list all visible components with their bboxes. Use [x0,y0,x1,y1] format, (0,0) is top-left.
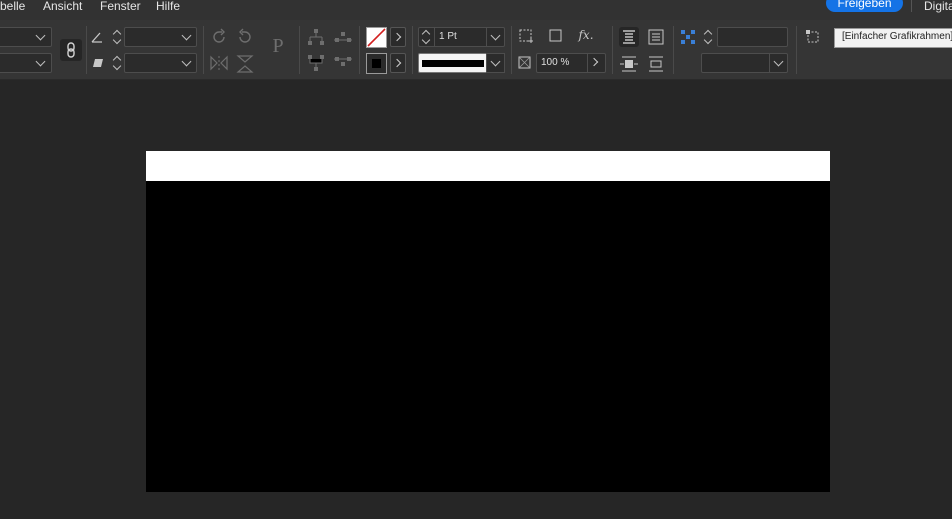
reference-point-icon[interactable] [680,29,696,45]
wrap-object-shape-icon[interactable] [619,54,639,74]
frame-edge-icon[interactable] [518,28,534,44]
height-field[interactable] [0,53,52,73]
spacing-stepper[interactable] [703,28,713,46]
width-field[interactable] [0,27,52,47]
shear-field[interactable] [124,53,197,73]
wrap-none-button[interactable] [619,27,639,47]
constrain-proportions-button[interactable] [60,39,82,61]
digital-publishing-link[interactable]: Digita [924,0,952,12]
rotation-field[interactable] [124,27,197,47]
fitting-dropdown[interactable] [701,53,788,73]
graphic-frame[interactable] [146,181,830,492]
chevron-down-icon[interactable] [35,30,46,41]
stroke-swatch[interactable] [366,27,387,48]
rotate-angle-icon [91,32,102,43]
chain-link-icon [67,42,75,58]
none-color-icon [367,28,386,47]
stroke-type-dropdown[interactable] [486,53,505,73]
menu-bar: belle Ansicht Fenster Hilfe Freigeben Di… [0,0,952,20]
stroke-type-preview [422,60,484,67]
separator [359,26,360,74]
menu-ansicht[interactable]: Ansicht [43,0,82,13]
separator [511,26,512,74]
field-divider [434,28,435,46]
chevron-down-icon[interactable] [181,56,192,67]
flip-vertical-icon[interactable] [236,54,254,74]
fill-color-chip [372,59,381,68]
text-wrap-icon [623,30,635,44]
menu-fenster[interactable]: Fenster [100,0,141,13]
stroke-type-field[interactable] [418,53,505,73]
field-divider [486,28,487,46]
jump-object-icon[interactable] [646,54,666,74]
separator [412,26,413,74]
chevron-down-icon[interactable] [181,30,192,41]
separator [612,26,613,74]
separator [673,26,674,74]
spacing-field[interactable] [717,27,788,47]
share-button[interactable]: Freigeben [826,0,903,12]
select-content-icon[interactable] [307,54,325,72]
separator [86,26,87,74]
p-icon[interactable]: P [264,32,292,62]
menu-tabelle[interactable]: belle [0,0,25,13]
fill-swatch-menu[interactable] [390,53,406,73]
object-style-icon[interactable] [806,30,820,44]
select-container-icon[interactable] [307,28,325,46]
object-style-dropdown[interactable]: [Einfacher Grafikrahmen] [834,28,952,48]
chevron-right-icon[interactable] [589,57,599,67]
rotate-cw-icon[interactable] [210,28,228,46]
chevron-down-icon [490,56,501,67]
separator [796,26,797,74]
stroke-weight-field[interactable]: 1 Pt [418,27,505,47]
opacity-icon [518,56,531,69]
chevron-right-icon [392,32,402,42]
field-divider [587,54,588,72]
opacity-value: 100 % [541,57,570,68]
opacity-field[interactable]: 100 % [536,53,606,73]
stroke-weight-value: 1 Pt [439,31,457,42]
menu-divider [911,0,912,12]
shear-icon [93,59,103,67]
chevron-down-icon [773,56,784,67]
control-panel: P 1 Pt fx. 100 % [Einfacher Grafikrahmen… [0,20,952,80]
separator [299,26,300,74]
rotation-stepper[interactable] [112,28,122,46]
stroke-swatch-menu[interactable] [390,27,406,47]
flip-horizontal-icon[interactable] [209,55,229,71]
fill-swatch[interactable] [366,53,387,74]
field-divider [769,54,770,72]
wrap-bounding-box-icon[interactable] [646,27,666,47]
rotate-ccw-icon[interactable] [236,28,254,46]
chevron-down-icon[interactable] [490,30,501,41]
fx-icon[interactable]: fx. [576,27,596,43]
shear-stepper[interactable] [112,54,122,72]
chevron-down-icon[interactable] [35,56,46,67]
drop-shadow-icon[interactable] [548,28,564,44]
select-next-icon[interactable] [333,54,353,72]
page-white-area [146,151,830,181]
stroke-weight-stepper[interactable] [421,28,431,46]
select-previous-icon[interactable] [333,28,353,46]
menu-hilfe[interactable]: Hilfe [156,0,180,13]
chevron-right-icon [392,58,402,68]
separator [203,26,204,74]
